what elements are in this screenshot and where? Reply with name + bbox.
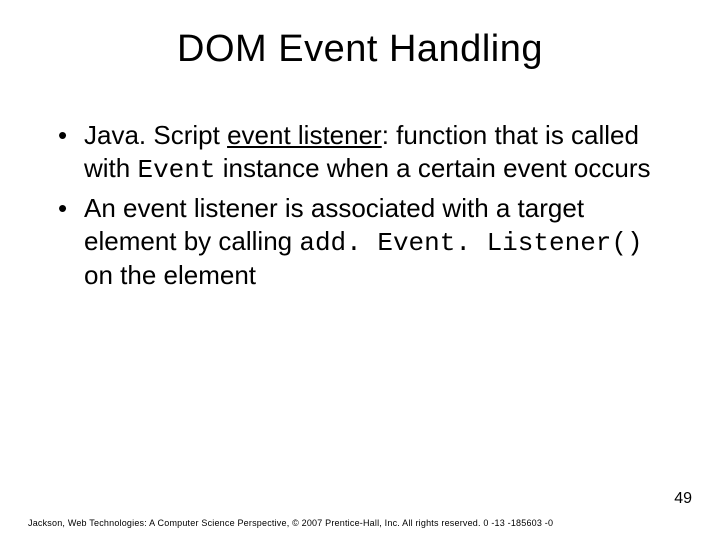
bullet-text: Java. Script bbox=[84, 120, 227, 150]
footer-text: Jackson, Web Technologies: A Computer Sc… bbox=[28, 518, 553, 528]
bullet-list: Java. Script event listener: function th… bbox=[48, 119, 672, 292]
code-text: add. Event. Listener() bbox=[299, 228, 642, 258]
slide-title: DOM Event Handling bbox=[48, 28, 672, 71]
bullet-item: Java. Script event listener: function th… bbox=[56, 119, 672, 186]
bullet-text: on the element bbox=[84, 260, 256, 290]
bullet-text: instance when a certain event occurs bbox=[215, 153, 650, 183]
underlined-term: event listener bbox=[227, 120, 382, 150]
bullet-item: An event listener is associated with a t… bbox=[56, 192, 672, 292]
code-text: Event bbox=[137, 155, 215, 185]
slide: DOM Event Handling Java. Script event li… bbox=[0, 0, 720, 540]
page-number: 49 bbox=[674, 490, 692, 508]
